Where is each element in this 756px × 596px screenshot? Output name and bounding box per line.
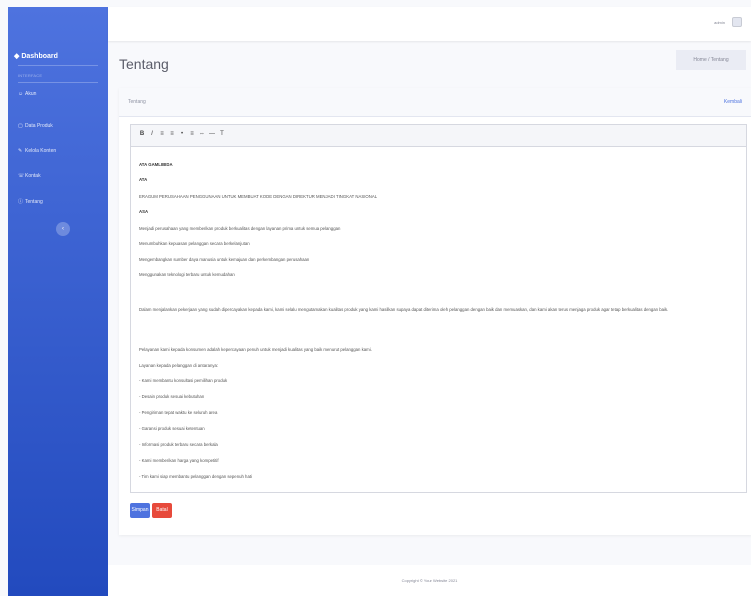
user-icon: ☺	[18, 91, 24, 97]
sidebar-item-kontak[interactable]: ☏Kontak	[18, 173, 41, 179]
sidebar-divider	[18, 82, 98, 83]
sidebar-heading: INTERFACE	[18, 73, 43, 78]
copyright-text: Copyright © Your Website 2021	[401, 578, 458, 583]
text-format-icon[interactable]: T	[218, 131, 226, 137]
editor-paragraph: Dalam menjalankan pekerjaan yang sudah d…	[139, 307, 669, 312]
phone-icon: ☏	[18, 173, 25, 179]
link-icon[interactable]: ⇔	[198, 131, 206, 137]
cancel-button[interactable]: Batal	[152, 503, 172, 518]
edit-icon: ✎	[18, 148, 23, 154]
list-item: - Informasi produk terbaru secara berkal…	[139, 442, 218, 447]
editor-line: ATA GAMLIBIDA	[139, 162, 173, 167]
align-icon[interactable]: ≡	[188, 131, 196, 137]
sidebar-item-akun[interactable]: ☺ Akun	[18, 91, 36, 97]
list-item: - Tim kami siap membantu pelanggan denga…	[139, 474, 252, 479]
editor-line: Mengembangkan sumber daya manusia untuk …	[139, 257, 310, 262]
bold-icon[interactable]: B	[138, 131, 146, 137]
footer: Copyright © Your Website 2021	[108, 565, 751, 596]
back-link[interactable]: Kembali	[724, 99, 742, 105]
sidebar-toggle-button[interactable]: ‹	[56, 222, 70, 236]
list-item: - Desain produk sesuai kebutuhan	[139, 394, 205, 399]
list-icon[interactable]: ≡	[158, 131, 166, 137]
sidebar-item-tentang[interactable]: ⓘ Tentang	[18, 198, 43, 205]
avatar[interactable]	[732, 17, 742, 27]
editor-line: ERAGUM PERUSAHAAN PENGGUNAAN UNTUK MEMBU…	[139, 194, 378, 199]
sidebar-divider	[18, 65, 98, 66]
editor-line: Menjadi perusahaan yang memberikan produ…	[139, 226, 341, 231]
italic-icon[interactable]: I	[148, 131, 156, 137]
breadcrumb[interactable]: Home / Tentang	[676, 50, 746, 70]
editor-toolbar: B I ≡ ≡ • ≡ ⇔ — T	[131, 125, 746, 147]
card-header: Tentang Kembali	[119, 88, 752, 117]
card-title: Tentang	[128, 99, 146, 105]
topbar: admin	[108, 7, 751, 41]
user-name[interactable]: admin	[714, 20, 725, 25]
sidebar-item-data-produk[interactable]: ▢ Data Produk	[18, 123, 53, 129]
info-icon: ⓘ	[18, 199, 24, 205]
list-item: - Pengiriman tepat waktu ke seluruh area	[139, 410, 218, 415]
ordered-list-icon[interactable]: ≡	[168, 131, 176, 137]
list-item: - Garansi produk sesuai ketentuan	[139, 426, 205, 431]
editor-line: Layanan kepada pelanggan di antaranya:	[139, 363, 219, 368]
sidebar: ◆ Dashboard INTERFACE ☺ Akun ▢ Data Produk…	[8, 7, 108, 596]
sidebar-brand[interactable]: ◆ Dashboard	[14, 52, 58, 60]
list-item: - Kami membantu konsultasi pemilihan pro…	[139, 378, 228, 383]
horizontal-rule-icon[interactable]: —	[208, 131, 216, 137]
bullet-icon[interactable]: •	[178, 131, 186, 137]
box-icon: ▢	[18, 123, 23, 129]
editor-line: ATA	[139, 177, 148, 182]
rich-text-editor[interactable]: B I ≡ ≡ • ≡ ⇔ — T ATA GAMLIBIDA ATA ERAG…	[130, 124, 747, 493]
page-edge	[751, 0, 756, 596]
sidebar-item-kelola-konten[interactable]: ✎ Kelola Konten	[18, 148, 56, 154]
editor-line: Menumbuhkan kepuasan pelanggan secara be…	[139, 241, 250, 246]
save-button[interactable]: Simpan	[130, 503, 150, 518]
editor-line: ASA	[139, 209, 149, 214]
list-item: - Kami memberikan harga yang kompetitif	[139, 458, 219, 463]
editor-line: Menggunakan teknologi terbaru untuk kemu…	[139, 272, 235, 277]
editor-paragraph: Pelayanan kami kepada konsumen adalah ke…	[139, 347, 372, 352]
page-title: Tentang	[119, 56, 169, 72]
chevron-left-icon: ‹	[62, 226, 64, 232]
